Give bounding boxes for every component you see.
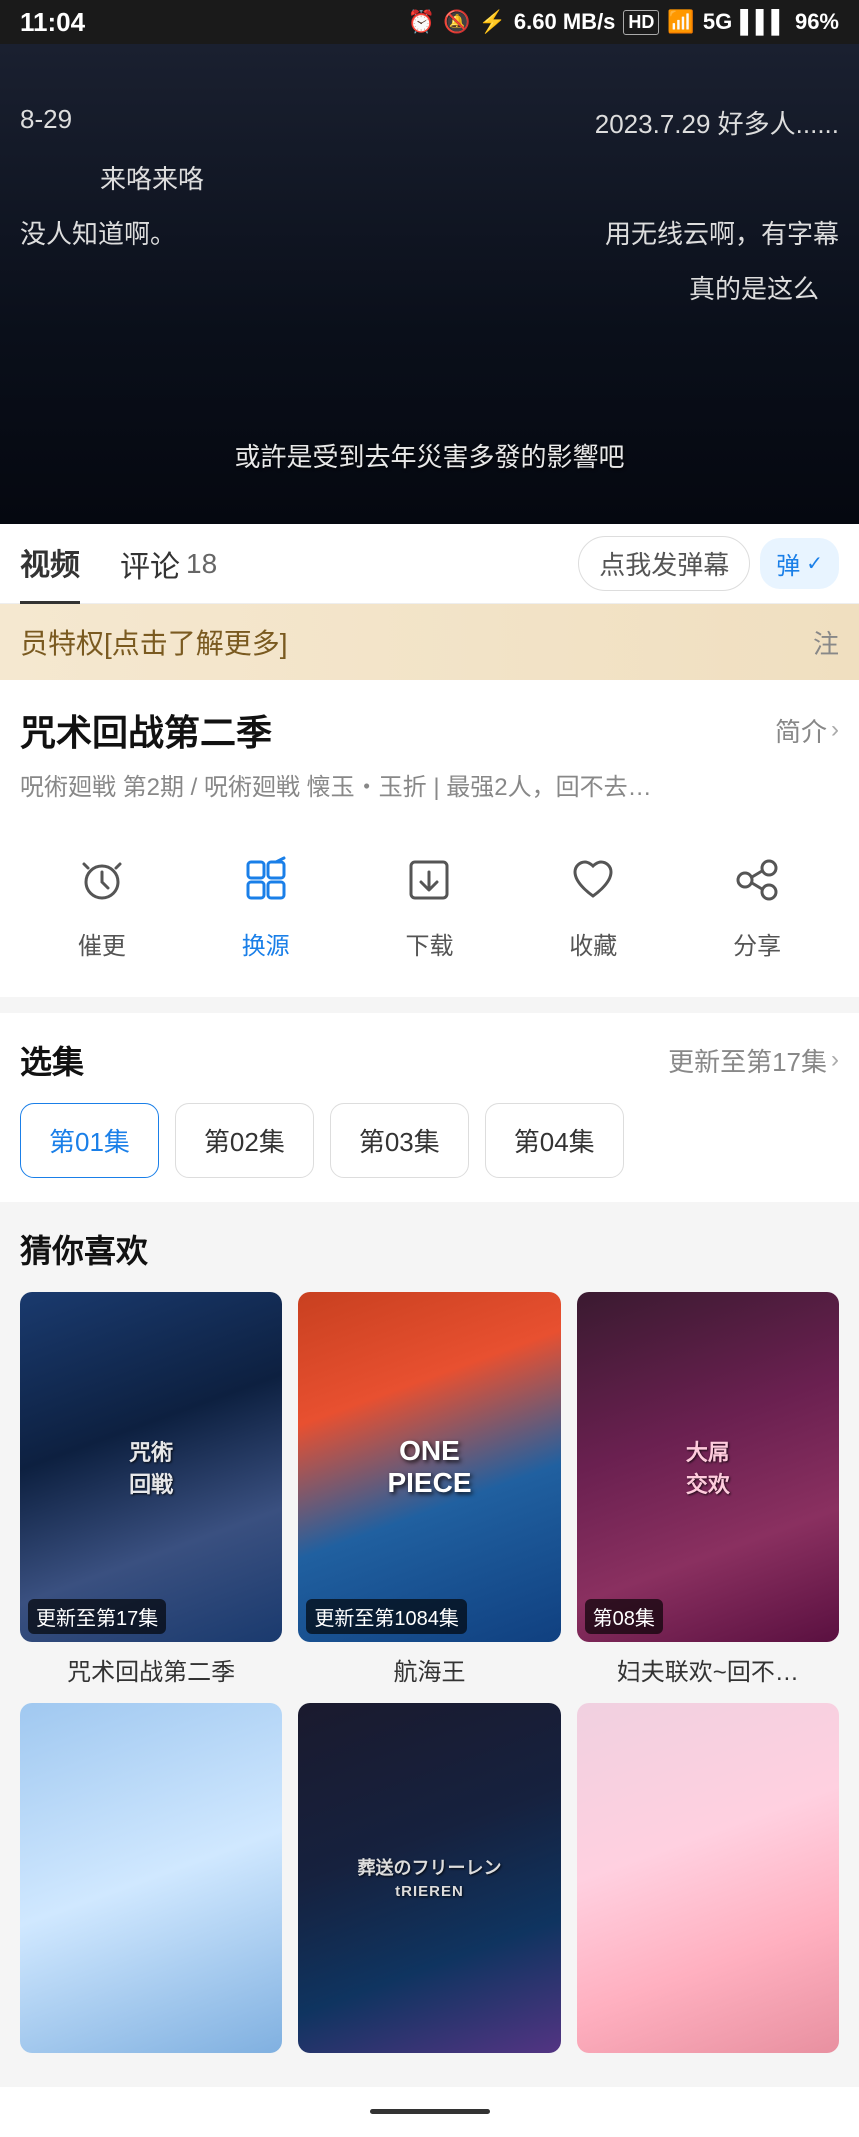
episode-03-button[interactable]: 第03集 bbox=[330, 1103, 469, 1178]
rec-name-adult: 妇夫联欢~回不… bbox=[577, 1652, 839, 1687]
danmu-title: 2023.7.29 好多人...... bbox=[595, 104, 839, 141]
tab-video[interactable]: 视频 bbox=[20, 524, 80, 604]
intro-label: 简介 bbox=[775, 712, 827, 749]
danmu-comment5: 真的是这么 bbox=[20, 269, 839, 306]
status-time: 11:04 bbox=[20, 7, 85, 38]
danmu-toggle-button[interactable]: 弹 ✓ bbox=[760, 538, 839, 589]
rec-badge-onepiece: 更新至第1084集 bbox=[306, 1599, 467, 1634]
rec-thumb-onepiece: ONEPIECE 更新至第1084集 bbox=[298, 1292, 560, 1642]
action-collect[interactable]: 收藏 bbox=[557, 844, 629, 961]
rec-thumb-jujutsu: 咒術回戦 更新至第17集 bbox=[20, 1292, 282, 1642]
bottom-bar bbox=[0, 2087, 859, 2137]
share-action-icon bbox=[721, 844, 793, 916]
danmu-comment3: 没人知道啊。 bbox=[20, 214, 176, 251]
rec-item-onepiece[interactable]: ONEPIECE 更新至第1084集 航海王 bbox=[298, 1292, 560, 1687]
anime-tags: 呪術廻戦 第2期 / 呪術廻戦 懐玉・玉折 | 最强2人，回不去… bbox=[20, 770, 839, 806]
signal-5g: 5G bbox=[703, 9, 732, 35]
action-share[interactable]: 分享 bbox=[721, 844, 793, 961]
chevron-right-ep-icon: › bbox=[831, 1046, 839, 1074]
anime-title: 咒术回战第二季 bbox=[20, 704, 272, 756]
action-remind[interactable]: 催更 bbox=[66, 844, 138, 961]
rec-item-frieren[interactable]: 葬送のフリーレンtRIEREN bbox=[298, 1703, 560, 2063]
tab-comment[interactable]: 评论 18 bbox=[120, 524, 217, 604]
mute-icon: 🔕 bbox=[443, 9, 470, 35]
tab-comment-label: 评论 bbox=[120, 542, 180, 586]
member-banner-text: 员特权[点击了解更多] bbox=[20, 622, 288, 662]
rec-name-jujutsu: 咒术回战第二季 bbox=[20, 1652, 282, 1687]
wifi-icon: 📶 bbox=[667, 9, 694, 35]
action-source[interactable]: 换源 bbox=[230, 844, 302, 961]
status-icons: ⏰ 🔕 ⚡ 6.60 MB/s HD 📶 5G ▌▌▌ 96% bbox=[408, 9, 839, 35]
danmu-input[interactable]: 点我发弹幕 bbox=[578, 536, 750, 591]
recommend-grid: 咒術回戦 更新至第17集 咒术回战第二季 ONEPIECE 更新至第1084集 … bbox=[20, 1292, 839, 2063]
tab-comment-count: 18 bbox=[186, 548, 217, 580]
rec-thumb-pink bbox=[577, 1703, 839, 2053]
episode-01-button[interactable]: 第01集 bbox=[20, 1103, 159, 1178]
video-player[interactable]: 8-29 2023.7.29 好多人...... 来咯来咯 没人知道啊。 用无线… bbox=[0, 44, 859, 524]
rec-item-adult[interactable]: 大屌交欢 第08集 妇夫联欢~回不… bbox=[577, 1292, 839, 1687]
danmu-comment2: 来咯来咯 bbox=[20, 159, 839, 196]
rec-item-pink[interactable] bbox=[577, 1703, 839, 2063]
action-collect-label: 收藏 bbox=[569, 926, 617, 961]
rec-item-jujutsu[interactable]: 咒術回戦 更新至第17集 咒术回战第二季 bbox=[20, 1292, 282, 1687]
video-subtitle: 或許是受到去年災害多發的影響吧 bbox=[234, 437, 624, 474]
action-download-label: 下载 bbox=[405, 926, 453, 961]
danmu-comment4: 用无线云啊，有字幕 bbox=[605, 214, 839, 251]
episode-list: 第01集 第02集 第03集 第04集 bbox=[20, 1103, 839, 1178]
action-source-label: 换源 bbox=[242, 926, 290, 961]
rec-name-onepiece: 航海王 bbox=[298, 1652, 560, 1687]
video-background: 8-29 2023.7.29 好多人...... 来咯来咯 没人知道啊。 用无线… bbox=[0, 44, 859, 524]
action-share-label: 分享 bbox=[733, 926, 781, 961]
danmu-check-icon: ✓ bbox=[806, 551, 823, 576]
rec-thumb-frieren: 葬送のフリーレンtRIEREN bbox=[298, 1703, 560, 2053]
status-bar: 11:04 ⏰ 🔕 ⚡ 6.60 MB/s HD 📶 5G ▌▌▌ 96% bbox=[0, 0, 859, 44]
danmu-area: 点我发弹幕 弹 ✓ bbox=[578, 536, 839, 591]
tab-bar: 视频 评论 18 点我发弹幕 弹 ✓ bbox=[0, 524, 859, 604]
danmu-icon: 弹 bbox=[776, 546, 800, 581]
home-indicator bbox=[370, 2109, 490, 2114]
member-banner[interactable]: 员特权[点击了解更多] 注 bbox=[0, 604, 859, 680]
update-info[interactable]: 更新至第17集 › bbox=[668, 1042, 839, 1079]
alarm-action-icon bbox=[66, 844, 138, 916]
action-remind-label: 催更 bbox=[78, 926, 126, 961]
action-download[interactable]: 下载 bbox=[393, 844, 465, 961]
recommend-section: 猜你喜欢 咒術回戦 更新至第17集 咒术回战第二季 ONEPIECE 更新至第1… bbox=[0, 1202, 859, 2087]
chevron-right-icon: › bbox=[831, 716, 839, 744]
episode-02-button[interactable]: 第02集 bbox=[175, 1103, 314, 1178]
speed-indicator: 6.60 MB/s bbox=[514, 9, 616, 35]
download-action-icon bbox=[393, 844, 465, 916]
rec-thumb-adult: 大屌交欢 第08集 bbox=[577, 1292, 839, 1642]
episode-section-title: 选集 bbox=[20, 1037, 84, 1083]
source-action-icon bbox=[230, 844, 302, 916]
action-row: 催更 换源 下载 bbox=[20, 834, 839, 981]
intro-link[interactable]: 简介 › bbox=[775, 712, 839, 749]
episode-section: 选集 更新至第17集 › 第01集 第02集 第03集 第04集 bbox=[0, 1013, 859, 1202]
rec-badge-jujutsu: 更新至第17集 bbox=[28, 1599, 166, 1634]
danmu-overlay: 8-29 2023.7.29 好多人...... 来咯来咯 没人知道啊。 用无线… bbox=[0, 104, 859, 324]
battery-indicator: 96% bbox=[795, 9, 839, 35]
alarm-icon: ⏰ bbox=[408, 9, 435, 35]
member-note: 注 bbox=[813, 624, 839, 661]
heart-action-icon bbox=[557, 844, 629, 916]
episode-04-button[interactable]: 第04集 bbox=[485, 1103, 624, 1178]
rec-badge-adult: 第08集 bbox=[585, 1599, 663, 1634]
bluetooth-icon: ⚡ bbox=[479, 9, 506, 35]
update-info-text: 更新至第17集 bbox=[668, 1042, 827, 1079]
rec-thumb-sky bbox=[20, 1703, 282, 2053]
anime-content-section: 咒术回战第二季 简介 › 呪術廻戦 第2期 / 呪術廻戦 懐玉・玉折 | 最强2… bbox=[0, 680, 859, 997]
anime-title-row: 咒术回战第二季 简介 › bbox=[20, 704, 839, 756]
hd-badge: HD bbox=[623, 10, 659, 35]
signal-bars: ▌▌▌ bbox=[740, 9, 787, 35]
rec-item-sky[interactable] bbox=[20, 1703, 282, 2063]
danmu-date: 8-29 bbox=[20, 104, 72, 141]
recommend-title: 猜你喜欢 bbox=[20, 1226, 839, 1272]
episode-section-header: 选集 更新至第17集 › bbox=[20, 1037, 839, 1083]
